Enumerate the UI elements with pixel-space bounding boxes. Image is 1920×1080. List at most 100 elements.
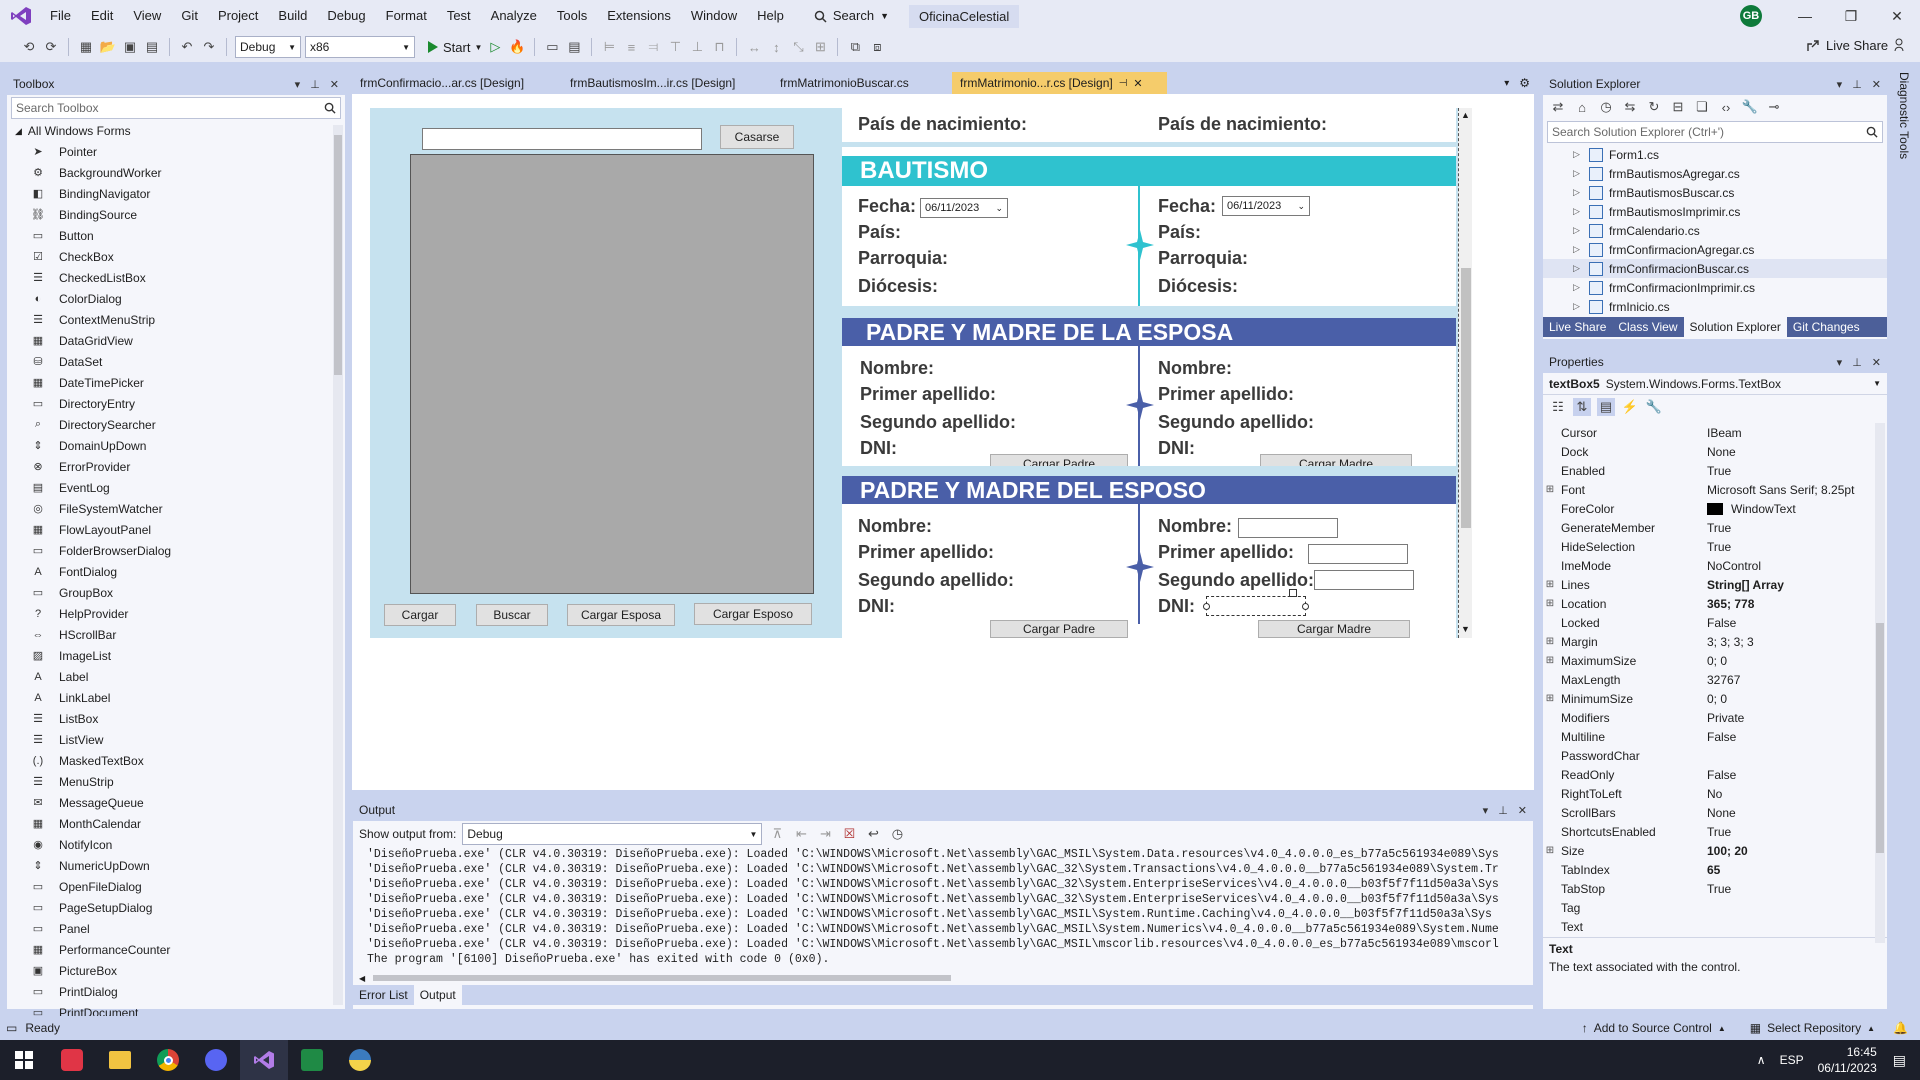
menu-item-project[interactable]: Project: [208, 0, 268, 32]
save-all-icon[interactable]: ▤: [143, 38, 161, 56]
tab-frm-matrimonio-design[interactable]: frmMatrimonio...r.cs [Design] ⊣ ✕: [952, 72, 1167, 94]
tab-live-share[interactable]: Live Share: [1543, 317, 1613, 337]
property-row-readonly[interactable]: ReadOnly False: [1543, 765, 1873, 784]
expand-arrow-icon[interactable]: ▷: [1573, 263, 1589, 274]
property-row-minimumsize[interactable]: ⊞ MinimumSize 0; 0: [1543, 689, 1873, 708]
property-row-locked[interactable]: Locked False: [1543, 613, 1873, 632]
avatar[interactable]: GB: [1740, 5, 1762, 27]
toolbox-item-linklabel[interactable]: A LinkLabel: [7, 687, 345, 708]
toolbox-item-hscrollbar[interactable]: ⇔ HScrollBar: [7, 624, 345, 645]
close-icon[interactable]: ✕: [1872, 356, 1881, 369]
property-row-maxlength[interactable]: MaxLength 32767: [1543, 670, 1873, 689]
toolbox-item-menustrip[interactable]: ☰ MenuStrip: [7, 771, 345, 792]
menu-item-view[interactable]: View: [123, 0, 171, 32]
menu-item-test[interactable]: Test: [437, 0, 481, 32]
expand-arrow-icon[interactable]: ▷: [1573, 301, 1589, 312]
property-row-text[interactable]: Text: [1543, 917, 1873, 936]
tab-output[interactable]: Output: [413, 985, 462, 1005]
fecha-datepicker[interactable]: 06/11/2023 ⌄: [1222, 196, 1310, 216]
property-row-margin[interactable]: ⊞ Margin 3; 3; 3; 3: [1543, 632, 1873, 651]
align-left-icon[interactable]: ⊨: [600, 38, 618, 56]
same-width-icon[interactable]: ↔: [745, 38, 763, 56]
cargar-madre-esposo-button[interactable]: Cargar Madre: [1258, 620, 1410, 638]
menu-item-build[interactable]: Build: [268, 0, 317, 32]
cargar-esposa-button[interactable]: Cargar Esposa: [567, 604, 675, 626]
property-value[interactable]: False: [1707, 616, 1873, 630]
menu-item-window[interactable]: Window: [681, 0, 747, 32]
timestamp-icon[interactable]: ◷: [888, 825, 906, 843]
expand-icon[interactable]: ⊞: [1543, 845, 1557, 856]
menu-item-analyze[interactable]: Analyze: [481, 0, 547, 32]
property-row-hideselection[interactable]: HideSelection True: [1543, 537, 1873, 556]
collapse-all-icon[interactable]: ⊟: [1669, 98, 1687, 116]
solution-file-item[interactable]: ▷ frmConfirmacionImprimir.cs: [1543, 278, 1887, 297]
show-all-files-icon[interactable]: ❏: [1693, 98, 1711, 116]
language-indicator[interactable]: ESP: [1780, 1053, 1804, 1067]
property-row-cursor[interactable]: Cursor IBeam: [1543, 423, 1873, 442]
pocket-app-icon[interactable]: [48, 1040, 96, 1080]
menu-item-help[interactable]: Help: [747, 0, 794, 32]
forward-icon[interactable]: ⟳: [42, 38, 60, 56]
dropdown-icon[interactable]: ▾: [1837, 356, 1843, 369]
primer-apellido-input[interactable]: [1308, 544, 1408, 564]
notifications-icon[interactable]: ▤: [1893, 1052, 1906, 1069]
toolbox-item-label[interactable]: A Label: [7, 666, 345, 687]
python-app-icon[interactable]: [336, 1040, 384, 1080]
property-row-scrollbars[interactable]: ScrollBars None: [1543, 803, 1873, 822]
close-icon[interactable]: ✕: [330, 78, 339, 91]
expand-icon[interactable]: ⊞: [1543, 598, 1557, 609]
scrollbar-thumb[interactable]: [1461, 268, 1471, 528]
property-row-font[interactable]: ⊞ Font Microsoft Sans Serif; 8.25pt: [1543, 480, 1873, 499]
toolbox-item-picturebox[interactable]: ▣ PictureBox: [7, 960, 345, 981]
same-height-icon[interactable]: ↕: [767, 38, 785, 56]
excel-icon[interactable]: [288, 1040, 336, 1080]
property-value[interactable]: No: [1707, 787, 1873, 801]
property-value[interactable]: Microsoft Sans Serif; 8.25pt: [1707, 483, 1873, 497]
solution-file-item[interactable]: ▷ frmBautismosImprimir.cs: [1543, 202, 1887, 221]
expand-icon[interactable]: ⊞: [1543, 484, 1557, 495]
expand-icon[interactable]: ⊞: [1543, 579, 1557, 590]
dropdown-icon[interactable]: ▾: [1837, 78, 1843, 91]
chrome-icon[interactable]: [144, 1040, 192, 1080]
restore-icon[interactable]: ❐: [1828, 0, 1874, 32]
toolbox-item-pointer[interactable]: ➤ Pointer: [7, 141, 345, 162]
expand-arrow-icon[interactable]: ▷: [1573, 168, 1589, 179]
tab-solution-explorer[interactable]: Solution Explorer: [1683, 317, 1787, 337]
toolbox-item-maskedtextbox[interactable]: (.) MaskedTextBox: [7, 750, 345, 771]
windows-start-icon[interactable]: [0, 1040, 48, 1080]
dropdown-icon[interactable]: ▾: [295, 78, 301, 91]
cargar-padre-esposo-button[interactable]: Cargar Padre: [990, 620, 1128, 638]
solution-file-item[interactable]: ▷ frmBautismosBuscar.cs: [1543, 183, 1887, 202]
menu-item-debug[interactable]: Debug: [317, 0, 375, 32]
property-value[interactable]: True: [1707, 882, 1873, 896]
same-size-icon[interactable]: ⤡: [789, 38, 807, 56]
toolbox-search-input[interactable]: Search Toolbox: [11, 97, 341, 119]
property-value[interactable]: 0; 0: [1707, 654, 1873, 668]
menu-item-tools[interactable]: Tools: [547, 0, 597, 32]
solution-file-item[interactable]: ▷ frmInicio.cs: [1543, 297, 1887, 316]
preview-icon[interactable]: ⊸: [1765, 98, 1783, 116]
properties-scrollbar[interactable]: [1875, 423, 1885, 943]
segundo-apellido-input[interactable]: [1314, 570, 1414, 590]
toolbox-item-groupbox[interactable]: ▭ GroupBox: [7, 582, 345, 603]
bring-front-icon[interactable]: ⧉: [846, 38, 864, 56]
property-row-shortcutsenabled[interactable]: ShortcutsEnabled True: [1543, 822, 1873, 841]
property-value[interactable]: NoControl: [1707, 559, 1873, 573]
add-to-source-control-button[interactable]: ↑ Add to Source Control ▲: [1582, 1021, 1726, 1035]
resize-handle[interactable]: [1203, 603, 1210, 610]
toolbox-item-notifyicon[interactable]: ◉ NotifyIcon: [7, 834, 345, 855]
align-top-icon[interactable]: ⊤: [666, 38, 684, 56]
pin-icon[interactable]: ⊥: [310, 78, 320, 91]
pin-icon[interactable]: ⊥: [1852, 356, 1862, 369]
tab-frm-confirmacion-design[interactable]: frmConfirmacio...ar.cs [Design]: [352, 72, 562, 94]
feedback-icon[interactable]: [1894, 38, 1908, 52]
menu-item-extensions[interactable]: Extensions: [597, 0, 681, 32]
align-bottom-icon[interactable]: ⊓: [710, 38, 728, 56]
back-icon[interactable]: ⟲: [20, 38, 38, 56]
live-share-button[interactable]: Live Share: [1806, 38, 1888, 53]
toolbox-item-checkbox[interactable]: ☑ CheckBox: [7, 246, 345, 267]
start-button[interactable]: Start ▼: [427, 40, 482, 55]
align-middle-icon[interactable]: ⊥: [688, 38, 706, 56]
send-back-icon[interactable]: ⧈: [868, 38, 886, 56]
property-value[interactable]: 65: [1707, 863, 1873, 877]
